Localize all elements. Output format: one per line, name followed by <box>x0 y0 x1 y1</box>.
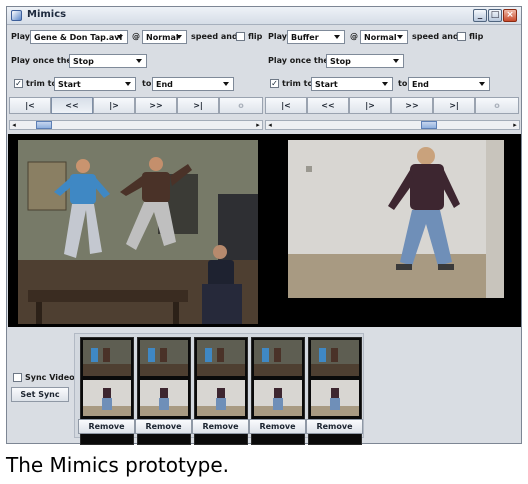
left-trim-checkbox[interactable]: ✓ <box>14 79 23 88</box>
left-skip-start-button[interactable]: |< <box>9 97 51 114</box>
left-record-button[interactable]: o <box>219 97 263 114</box>
left-speed-label: speed and <box>191 32 238 41</box>
left-trim-start-value: Start <box>58 80 81 89</box>
right-trim-checkbox[interactable]: ✓ <box>270 79 279 88</box>
right-fast-forward-button[interactable]: >> <box>391 97 433 114</box>
left-trim-end-select[interactable]: End <box>152 77 234 91</box>
left-fast-forward-button[interactable]: >> <box>135 97 177 114</box>
chevron-down-icon <box>221 79 232 89</box>
figure-caption: The Mimics prototype. <box>6 453 230 477</box>
left-skip-end-button[interactable]: >| <box>177 97 219 114</box>
right-flip-label: flip <box>469 32 484 41</box>
left-flip-label: flip <box>248 32 263 41</box>
window-title: Mimics <box>27 9 67 20</box>
chevron-down-icon <box>380 79 391 89</box>
left-rewind-button[interactable]: << <box>51 97 93 114</box>
left-to-label: to <box>142 79 152 88</box>
right-play-once-label: Play once then <box>268 56 335 65</box>
left-source-select[interactable]: Gene & Don Tap.avi <box>30 30 128 44</box>
video-display-area <box>8 134 521 327</box>
remove-recording-button[interactable]: Remove <box>78 419 135 434</box>
chevron-down-icon <box>174 32 185 42</box>
right-timeline-scrollbar[interactable]: ◂ ▸ <box>265 120 520 130</box>
left-source-value: Gene & Don Tap.avi <box>34 33 123 42</box>
right-source-select[interactable]: Buffer <box>287 30 345 44</box>
right-source-value: Buffer <box>291 33 319 42</box>
left-trim-start-select[interactable]: Start <box>54 77 136 91</box>
left-play-label: Play <box>11 32 30 41</box>
buffer-video-frame <box>288 140 504 298</box>
scroll-left-icon[interactable]: ◂ <box>10 121 18 129</box>
source-video-frame <box>18 140 258 324</box>
left-trim-end-value: End <box>156 80 173 89</box>
left-play-button[interactable]: |> <box>93 97 135 114</box>
video-frames <box>18 140 504 324</box>
left-play-once-label: Play once then <box>11 56 78 65</box>
right-trim-end-value: End <box>412 80 429 89</box>
chevron-down-icon <box>134 56 145 66</box>
scroll-right-icon[interactable]: ▸ <box>511 121 519 129</box>
title-bar: Mimics _ □ × <box>7 7 521 25</box>
right-speed-value: Normal <box>364 33 397 42</box>
recordings-strip: Remove Remove Remove Remove Remove <box>74 333 364 445</box>
right-trim-end-select[interactable]: End <box>408 77 490 91</box>
left-then-select[interactable]: Stop <box>69 54 147 68</box>
right-then-select[interactable]: Stop <box>326 54 404 68</box>
remove-recording-button[interactable]: Remove <box>192 419 249 434</box>
remove-recording-button[interactable]: Remove <box>249 419 306 434</box>
scroll-right-icon[interactable]: ▸ <box>254 121 262 129</box>
right-flip-checkbox[interactable] <box>457 32 466 41</box>
right-trim-start-select[interactable]: Start <box>311 77 393 91</box>
left-speed-select[interactable]: Normal <box>142 30 187 44</box>
chevron-down-icon <box>395 32 406 42</box>
right-skip-start-button[interactable]: |< <box>265 97 307 114</box>
right-rewind-button[interactable]: << <box>307 97 349 114</box>
right-to-label: to <box>398 79 408 88</box>
right-play-label: Play <box>268 32 287 41</box>
close-button[interactable]: × <box>503 9 517 22</box>
right-play-button[interactable]: |> <box>349 97 391 114</box>
remove-recording-button[interactable]: Remove <box>306 419 363 434</box>
left-flip-checkbox[interactable] <box>236 32 245 41</box>
left-scroll-thumb[interactable] <box>36 121 52 129</box>
sync-video-checkbox[interactable] <box>13 373 22 382</box>
right-trim-start-value: Start <box>315 80 338 89</box>
minimize-button[interactable]: _ <box>473 9 487 22</box>
right-speed-select[interactable]: Normal <box>360 30 408 44</box>
remove-recording-button[interactable]: Remove <box>135 419 192 434</box>
chevron-down-icon <box>332 32 343 42</box>
left-trim-label: trim to <box>26 79 57 88</box>
left-timeline-scrollbar[interactable]: ◂ ▸ <box>9 120 263 130</box>
chevron-down-icon <box>391 56 402 66</box>
chevron-down-icon <box>115 32 126 42</box>
right-scroll-thumb[interactable] <box>421 121 437 129</box>
mimics-window: Mimics _ □ × Play Gene & Don Tap.avi @ N… <box>6 6 522 445</box>
sync-video-label: Sync Video <box>25 373 75 382</box>
set-sync-button[interactable]: Set Sync <box>11 387 69 402</box>
right-skip-end-button[interactable]: >| <box>433 97 475 114</box>
right-record-button[interactable]: o <box>475 97 519 114</box>
right-then-value: Stop <box>330 57 351 66</box>
right-trim-label: trim to <box>282 79 313 88</box>
right-speed-label: speed and <box>412 32 459 41</box>
maximize-button[interactable]: □ <box>488 9 502 22</box>
chevron-down-icon <box>477 79 488 89</box>
app-icon <box>11 10 22 21</box>
left-at-label: @ <box>132 32 140 41</box>
right-at-label: @ <box>350 32 358 41</box>
left-then-value: Stop <box>73 57 94 66</box>
chevron-down-icon <box>123 79 134 89</box>
scroll-left-icon[interactable]: ◂ <box>266 121 274 129</box>
